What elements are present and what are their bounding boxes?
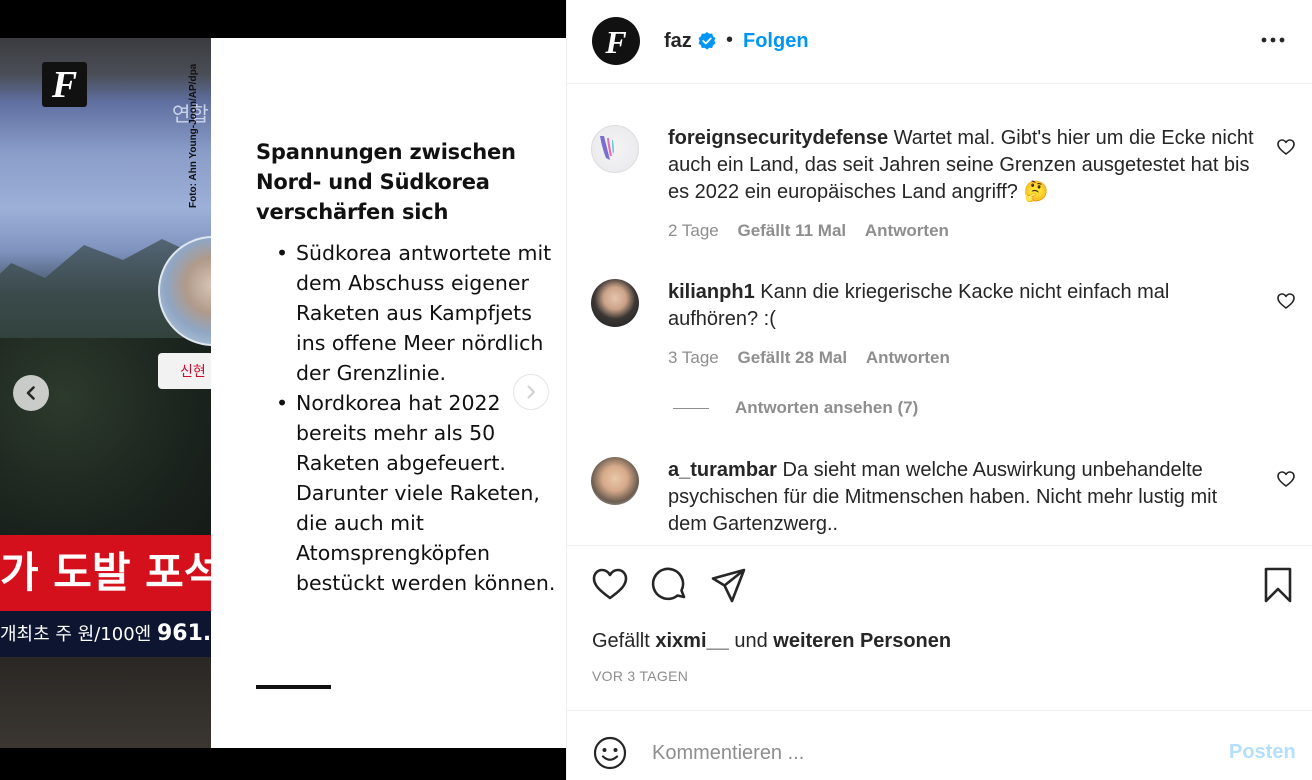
carousel-prev-button[interactable]	[13, 375, 49, 411]
comments-list: foreignsecuritydefense Wartet mal. Gibt'…	[567, 85, 1312, 545]
slide-bullets: Südkorea antwortete mit dem Abschuss eig…	[274, 238, 564, 598]
likes-summary[interactable]: Gefällt xixmi__ und weiteren Personen	[592, 630, 951, 653]
comment-age[interactable]: 3 Tage	[668, 348, 719, 367]
post-panel: F faz • Folgen foreignsecuritydefense Wa…	[566, 0, 1312, 780]
like-heart-icon[interactable]	[591, 566, 629, 604]
avatar-artwork-icon	[600, 136, 614, 160]
chevron-left-icon	[26, 386, 35, 400]
slide-bullet: Südkorea antwortete mit dem Abschuss eig…	[274, 238, 564, 388]
slide-bullet: Nordkorea hat 2022 bereits mehr als 50 R…	[274, 388, 564, 598]
more-options-icon[interactable]	[1257, 28, 1289, 52]
comment-username[interactable]: foreignsecuritydefense	[668, 127, 888, 149]
photo-credit: Foto: Ahn Young-Joon/AP/dpa	[188, 63, 199, 208]
comment-likes[interactable]: Gefällt 28 Mal	[737, 348, 847, 367]
comment-like-heart-icon[interactable]	[1276, 469, 1296, 489]
tv-caller-label: 신현	[158, 353, 211, 389]
faz-avatar[interactable]: F	[592, 17, 640, 65]
comment-bubble-icon[interactable]	[651, 566, 689, 604]
post-author-username[interactable]: faz	[664, 30, 692, 53]
comment-username[interactable]: kilianph1	[668, 281, 755, 303]
liked-by-user[interactable]: xixmi__	[655, 630, 728, 652]
view-replies-button[interactable]: Antworten ansehen (7)	[673, 398, 918, 418]
follow-button[interactable]: Folgen	[743, 30, 809, 53]
save-bookmark-icon[interactable]	[1259, 566, 1297, 604]
comment-like-heart-icon[interactable]	[1276, 291, 1296, 311]
others-link[interactable]: weiteren Personen	[773, 630, 951, 652]
verified-badge-icon	[698, 32, 716, 50]
avatar[interactable]	[591, 279, 639, 327]
post-date[interactable]: VOR 3 TAGEN	[592, 668, 688, 684]
faz-logo: F	[42, 62, 87, 107]
avatar[interactable]	[591, 457, 639, 505]
comment-like-heart-icon[interactable]	[1276, 137, 1296, 157]
slide-headline: Spannungen zwischen Nord- und Südkorea v…	[256, 140, 516, 224]
comment-input[interactable]	[652, 733, 1212, 773]
carousel-next-button[interactable]	[513, 374, 549, 410]
tv-red-banner: 가 도발 포석	[0, 535, 211, 611]
comment-username[interactable]: a_turambar	[668, 459, 777, 481]
header-separator: •	[726, 29, 734, 51]
post-comment-button[interactable]: Posten	[1229, 741, 1296, 764]
comment-age[interactable]: 2 Tage	[668, 221, 719, 240]
share-paper-plane-icon[interactable]	[710, 566, 748, 604]
comment-reply-button[interactable]: Antworten	[865, 221, 949, 240]
post-actions: Gefällt xixmi__ und weiteren Personen VO…	[567, 545, 1312, 710]
slide-rule	[256, 685, 331, 689]
emoji-smiley-icon[interactable]	[592, 735, 628, 771]
comment-reply-button[interactable]: Antworten	[866, 348, 950, 367]
comment-meta: 2 Tage Gefällt 11 Mal Antworten	[668, 221, 963, 241]
comment-meta: 3 Tage Gefällt 28 Mal Antworten	[668, 348, 964, 368]
avatar[interactable]	[591, 125, 639, 173]
chevron-right-icon	[527, 385, 535, 399]
carousel-slide: 연합 신현 가 도발 포석 개최초 주 원/100엔 961.2 F Foto:…	[0, 38, 566, 748]
post-header: F faz • Folgen	[567, 0, 1312, 84]
post-media: 연합 신현 가 도발 포석 개최초 주 원/100엔 961.2 F Foto:…	[0, 0, 566, 780]
comment-likes[interactable]: Gefällt 11 Mal	[737, 221, 846, 240]
add-comment-bar: Posten	[567, 710, 1312, 780]
tv-ticker: 개최초 주 원/100엔 961.2	[0, 611, 211, 657]
